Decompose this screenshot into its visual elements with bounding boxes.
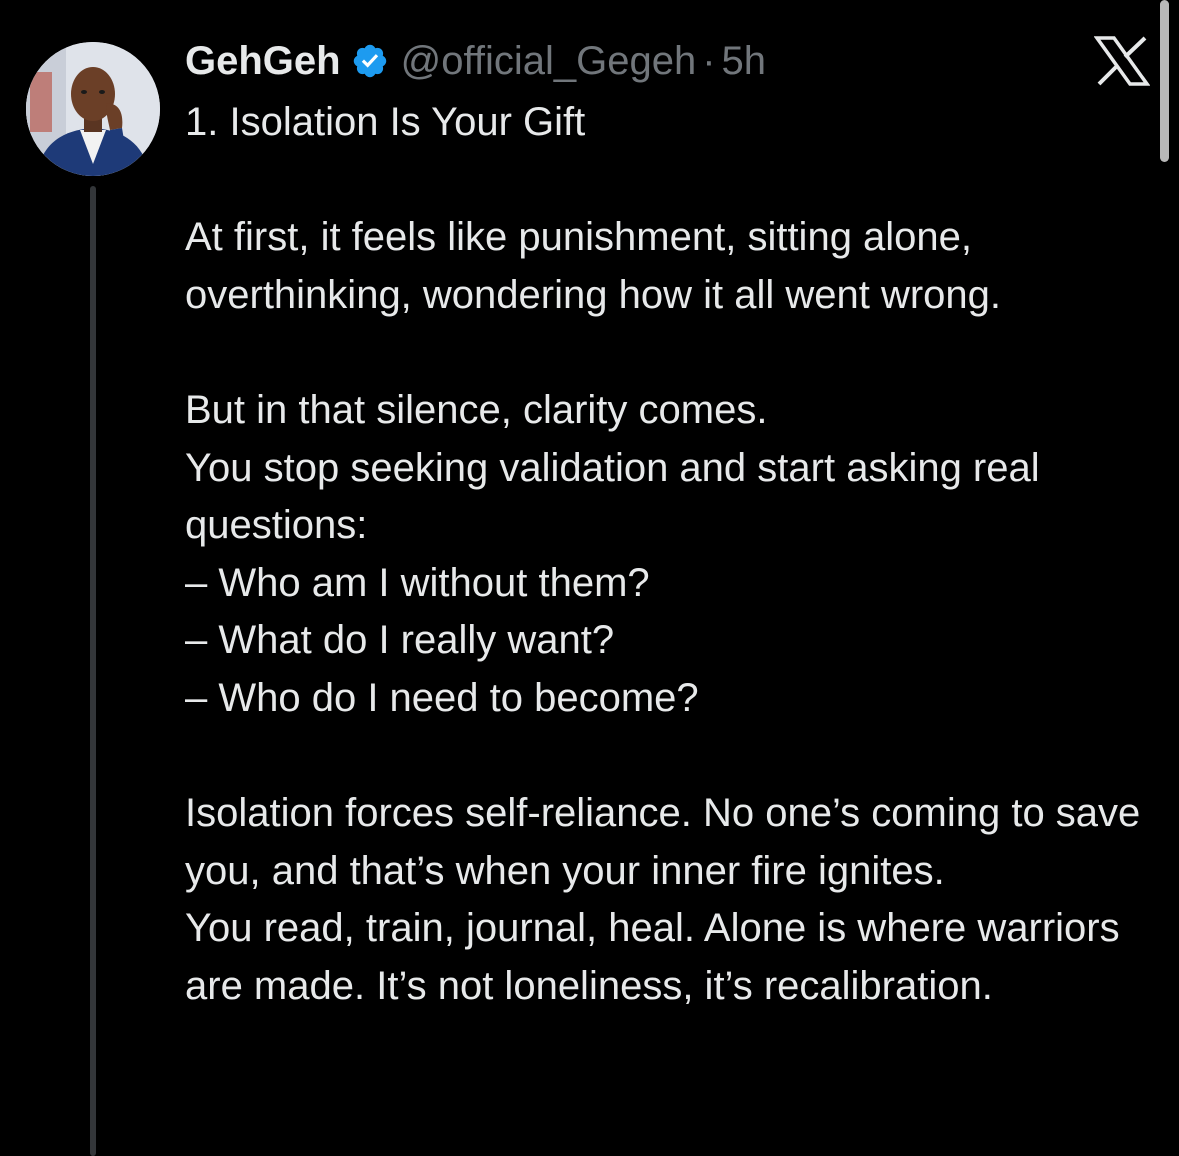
display-name[interactable]: GehGeh xyxy=(185,39,341,84)
thread-line xyxy=(90,186,96,1156)
avatar[interactable] xyxy=(26,42,160,176)
verified-badge-icon xyxy=(351,42,389,80)
x-logo-icon[interactable] xyxy=(1093,36,1151,86)
tweet-body: 1. Isolation Is Your Gift At first, it f… xyxy=(185,100,1141,1008)
avatar-photo xyxy=(26,42,160,176)
scrollbar-thumb[interactable] xyxy=(1160,0,1169,162)
tweet: GehGeh @official_Gegeh · 5h 1. Isolation… xyxy=(0,0,1179,1156)
timestamp[interactable]: 5h xyxy=(722,39,767,84)
tweet-header: GehGeh @official_Gegeh · 5h xyxy=(185,36,766,86)
handle[interactable]: @official_Gegeh xyxy=(401,39,697,84)
separator-dot: · xyxy=(702,38,716,83)
